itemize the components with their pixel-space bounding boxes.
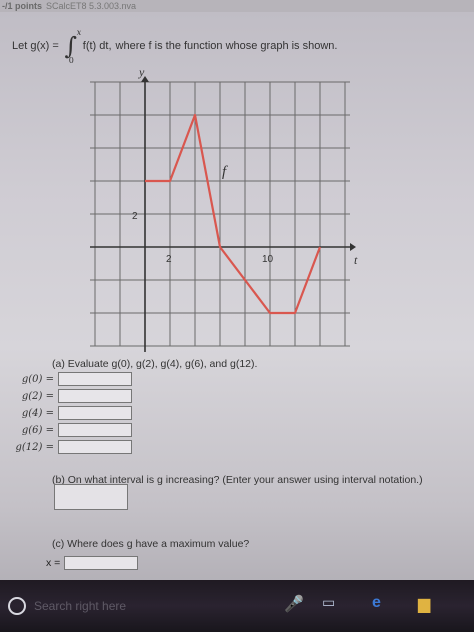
assignment-header: -/1 points SCalcET8 5.3.003.nva (0, 0, 474, 12)
g12-input[interactable] (58, 440, 132, 454)
g4-row: g(4) = (14, 406, 132, 420)
max-x-input[interactable] (64, 556, 139, 570)
question-suffix: where f is the function whose graph is s… (115, 40, 338, 52)
microphone-icon[interactable]: 🎤 (284, 594, 304, 614)
g2-input[interactable] (58, 389, 132, 403)
g6-input[interactable] (58, 423, 132, 437)
max-x-label: x = (46, 557, 61, 569)
grid-lines (90, 81, 350, 347)
t-axis-arrow (350, 243, 356, 251)
g6-row: g(6) = (14, 423, 132, 437)
t-axis-label: t (354, 253, 358, 267)
problem-code: SCalcET8 5.3.003.nva (46, 1, 137, 11)
max-x-row: x = (46, 556, 139, 570)
g12-label: g(12) = (15, 441, 55, 453)
problem-sheet: Let g(x) = ∫ x 0 f(t) dt, where f is the… (0, 14, 474, 580)
g0-label: g(0) = (21, 373, 54, 385)
taskbar-search-box[interactable]: Search right here (34, 599, 126, 613)
part-a-prompt: (a) Evaluate g(0), g(2), g(4), g(6), and… (52, 358, 258, 370)
edge-browser-icon[interactable]: e (372, 594, 381, 612)
x-tick-label-10: 10 (262, 254, 274, 265)
question-prefix: Let g(x) = (12, 40, 59, 52)
g2-row: g(2) = (14, 389, 132, 403)
windows-taskbar: Search right here (0, 580, 474, 632)
question-prompt: Let g(x) = ∫ x 0 f(t) dt, where f is the… (12, 28, 338, 65)
file-explorer-icon[interactable]: ▆ (418, 594, 430, 614)
g0-input[interactable] (58, 372, 132, 386)
task-view-icon[interactable]: ▭ (322, 594, 335, 611)
y-tick-label: 2 (132, 211, 138, 222)
g0-row: g(0) = (14, 372, 132, 386)
integrand: f(t) dt, (82, 40, 112, 52)
x-tick-label-2: 2 (166, 254, 172, 265)
g12-row: g(12) = (14, 440, 132, 454)
g6-label: g(6) = (21, 424, 54, 436)
g2-label: g(2) = (21, 390, 54, 402)
cortana-circle-icon[interactable] (8, 597, 26, 615)
interval-input[interactable] (54, 484, 128, 510)
g4-label: g(4) = (21, 407, 54, 419)
integral-lower-limit: 0 (68, 56, 74, 65)
g4-input[interactable] (58, 406, 132, 420)
points-label: -/1 points (2, 1, 42, 11)
integral-upper-limit: x (76, 28, 82, 37)
integral-sign: ∫ x 0 (64, 28, 82, 65)
curve-label: f (222, 164, 228, 180)
graph-svg: y t f 2 2 10 (90, 65, 358, 352)
part-c-prompt: (c) Where does g have a maximum value? (52, 538, 250, 550)
function-graph: y t f 2 2 10 (80, 65, 360, 365)
y-axis-label: y (138, 68, 145, 79)
